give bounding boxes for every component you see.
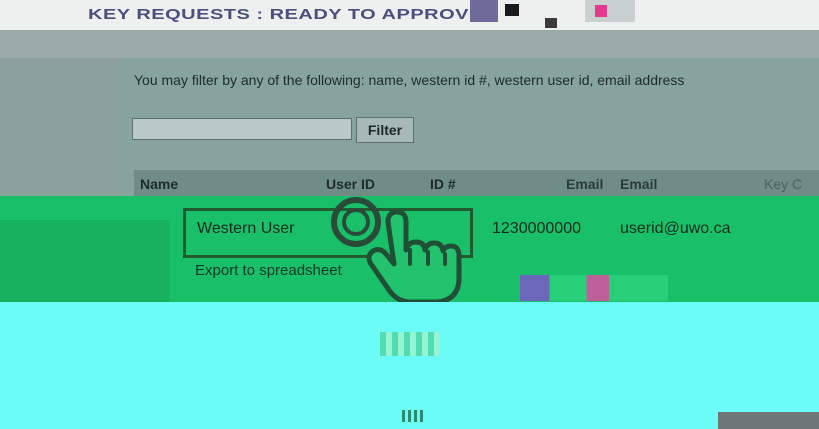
glitch-artifact — [520, 275, 668, 301]
glitch-artifact — [585, 0, 635, 22]
glitch-artifact — [402, 410, 424, 422]
header-band — [0, 30, 819, 58]
row-name[interactable]: Western User — [197, 220, 295, 238]
filter-input[interactable] — [132, 118, 352, 140]
column-header-key[interactable]: Key C — [764, 176, 802, 192]
column-header-email-duplicate: Email — [620, 176, 658, 192]
column-header-id-number[interactable]: ID # — [430, 176, 456, 192]
glitch-artifact — [380, 332, 440, 356]
hand-pointer-icon — [331, 197, 462, 302]
highlight-overlay-left — [0, 220, 170, 302]
row-email: userid@uwo.ca — [620, 220, 731, 237]
row-id-number: 1230000000 — [492, 220, 581, 237]
filter-button[interactable]: Filter — [356, 117, 414, 143]
glitch-artifact — [470, 0, 498, 22]
corner-block — [718, 412, 819, 429]
column-header-user-id[interactable]: User ID — [326, 176, 375, 192]
page-title: KEY REQUESTS : READY TO APPROVE — [88, 6, 483, 23]
column-header-email[interactable]: Email — [566, 176, 603, 192]
glitch-artifact — [545, 18, 557, 28]
glitch-artifact — [595, 5, 607, 17]
glitch-artifact — [505, 4, 519, 16]
column-header-name[interactable]: Name — [140, 176, 178, 192]
filter-hint: You may filter by any of the following: … — [134, 72, 685, 88]
click-ripple-inner — [342, 208, 370, 236]
